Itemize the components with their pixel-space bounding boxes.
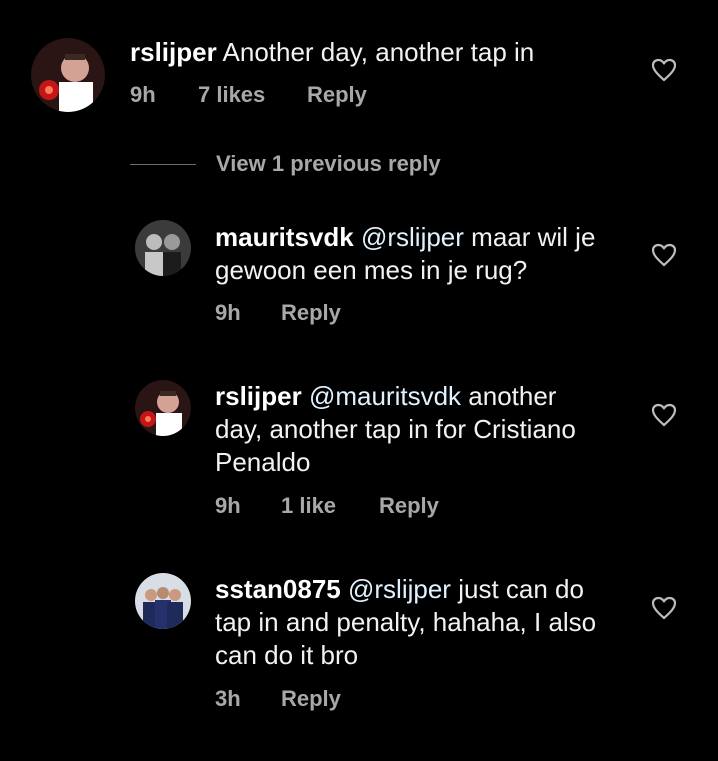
divider-line [130, 163, 196, 165]
timestamp: 9h [215, 300, 241, 325]
comment-body-line1: maar wil je [471, 222, 596, 252]
comment-body-line2: day, another tap in for Cristiano [215, 414, 576, 444]
mention-link[interactable]: @mauritsvdk [309, 381, 461, 411]
comment-text: mauritsvdk @rslijper maar wil je gewoon … [215, 221, 595, 287]
avatar-rslijper[interactable] [135, 380, 191, 436]
heart-icon[interactable] [651, 58, 677, 82]
heart-icon[interactable] [651, 403, 677, 427]
username[interactable]: mauritsvdk [215, 222, 354, 252]
reply-button[interactable]: Reply [307, 82, 367, 108]
heart-icon[interactable] [651, 243, 677, 267]
reply-button[interactable]: Reply [281, 686, 341, 712]
likes-count[interactable]: 1 like [281, 493, 379, 519]
comment-meta: 9h 1 like Reply [215, 493, 439, 519]
comment-meta: 3h Reply [215, 686, 341, 712]
comment-meta: 9h Reply [215, 300, 341, 326]
comment-text: rslijper @mauritsvdk another day, anothe… [215, 380, 576, 479]
comment-text: sstan0875 @rslijper just can do tap in a… [215, 573, 596, 672]
avatar-sstan0875[interactable] [135, 573, 191, 629]
reply-button[interactable]: Reply [281, 300, 341, 326]
view-previous-replies[interactable]: View 1 previous reply [130, 150, 441, 178]
timestamp: 9h [215, 493, 241, 518]
username[interactable]: rslijper [130, 37, 217, 67]
likes-count[interactable]: 7 likes [198, 82, 307, 108]
comment-body-line1: just can do [458, 574, 584, 604]
timestamp: 9h [130, 82, 156, 107]
comment-body-line2: tap in and penalty, hahaha, I also [215, 607, 597, 637]
timestamp: 3h [215, 686, 241, 711]
mention-link[interactable]: @rslijper [348, 574, 451, 604]
avatar-mauritsvdk[interactable] [135, 220, 191, 276]
heart-icon[interactable] [651, 596, 677, 620]
comment-body-line1: another [468, 381, 557, 411]
comment-body-line3: can do it bro [215, 640, 359, 670]
username[interactable]: rslijper [215, 381, 302, 411]
comment-body-line2: gewoon een mes in je rug? [215, 255, 528, 285]
avatar-rslijper[interactable] [31, 38, 105, 112]
view-previous-label[interactable]: View 1 previous reply [216, 151, 441, 177]
comment-body: Another day, another tap in [222, 37, 535, 67]
comment-text: rslijper Another day, another tap in [130, 36, 534, 69]
username[interactable]: sstan0875 [215, 574, 341, 604]
comment-meta: 9h 7 likes Reply [130, 82, 367, 108]
mention-link[interactable]: @rslijper [361, 222, 464, 252]
comment-body-line3: Penaldo [215, 447, 311, 477]
reply-button[interactable]: Reply [379, 493, 439, 519]
